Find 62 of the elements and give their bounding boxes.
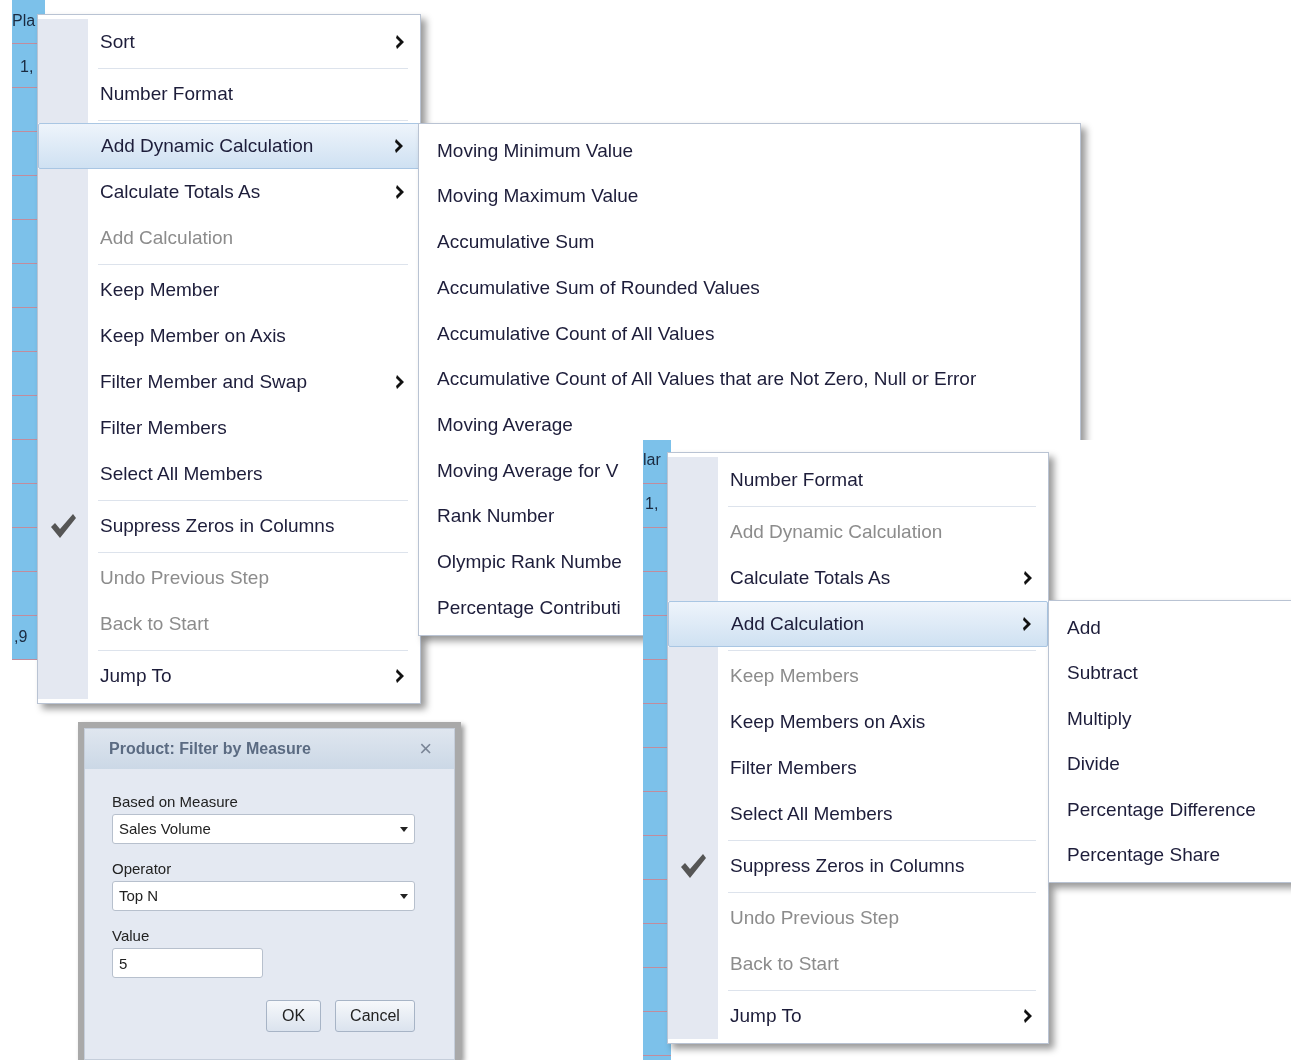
- menu-item[interactable]: Percentage Share: [1049, 832, 1225, 878]
- menu-item[interactable]: Moving Maximum Value: [419, 173, 643, 220]
- menu-item[interactable]: Percentage Difference: [1049, 787, 1260, 833]
- chevron-right-icon: [394, 374, 406, 390]
- menu-item[interactable]: Divide: [1049, 741, 1124, 787]
- menu-item[interactable]: Filter Members: [38, 405, 420, 451]
- menu-item[interactable]: Select All Members: [668, 791, 1048, 837]
- menu-item[interactable]: Accumulative Sum: [419, 219, 599, 266]
- menu-item[interactable]: Filter Members: [668, 745, 1048, 791]
- dropdown[interactable]: Sales Volume: [112, 814, 415, 844]
- field-label: Value: [112, 926, 151, 945]
- table-cell-text: Pla: [12, 11, 36, 31]
- menu-item[interactable]: Percentage Contributi: [419, 585, 625, 632]
- menu-item[interactable]: Accumulative Count of All Values: [419, 310, 719, 357]
- menu-item[interactable]: Number Format: [38, 71, 420, 117]
- chevron-right-icon: [394, 34, 406, 50]
- menu-item[interactable]: Add Calculation: [668, 601, 1048, 647]
- menu-item[interactable]: Accumulative Sum of Rounded Values: [419, 265, 764, 311]
- checkmark-icon: [49, 513, 77, 539]
- menu-item[interactable]: Number Format: [668, 457, 1048, 503]
- value-input[interactable]: 5: [112, 948, 263, 978]
- dialog-button[interactable]: OK: [266, 1000, 321, 1032]
- chevron-right-icon: [1021, 616, 1033, 632]
- field-label: Based on Measure: [112, 792, 239, 811]
- menu-item[interactable]: Multiply: [1049, 696, 1136, 742]
- dialog-title: Product: Filter by Measure: [109, 739, 311, 759]
- menu-item[interactable]: Keep Members on Axis: [668, 699, 1048, 745]
- menu-item[interactable]: Suppress Zeros in Columns: [38, 503, 420, 549]
- menu-item[interactable]: Subtract: [1049, 650, 1142, 696]
- menu-item[interactable]: Jump To: [668, 993, 1048, 1039]
- dialog-button[interactable]: Cancel: [335, 1000, 415, 1032]
- menu-item[interactable]: Sort: [38, 19, 420, 65]
- menu-item[interactable]: Olympic Rank Numbe: [419, 539, 626, 586]
- menu-item[interactable]: Suppress Zeros in Columns: [668, 843, 1048, 889]
- menu-item[interactable]: Keep Member: [38, 267, 420, 313]
- dropdown-arrow-icon: [400, 893, 408, 899]
- menu-item[interactable]: Select All Members: [38, 451, 420, 497]
- menu-item[interactable]: Filter Member and Swap: [38, 359, 420, 405]
- chevron-right-icon: [1022, 1008, 1034, 1024]
- menu-item[interactable]: Moving Minimum Value: [419, 128, 638, 174]
- menu-item[interactable]: Calculate Totals As: [38, 169, 420, 215]
- chevron-right-icon: [394, 184, 406, 200]
- chevron-right-icon: [1022, 570, 1034, 586]
- chevron-right-icon: [393, 138, 405, 154]
- dropdown-arrow-icon: [400, 826, 408, 832]
- table-cell-text: 1,: [645, 494, 659, 514]
- menu-item[interactable]: Accumulative Count of All Values that are Not Zero, Null or Error: [419, 356, 981, 403]
- menu-item[interactable]: Keep Member on Axis: [38, 313, 420, 359]
- table-cell-text: ,9: [14, 627, 28, 647]
- menu-item[interactable]: Moving Average: [419, 402, 577, 449]
- chevron-right-icon: [394, 668, 406, 684]
- menu-item[interactable]: Moving Average for V: [419, 448, 623, 494]
- menu-item[interactable]: Rank Number: [419, 493, 559, 540]
- checkmark-icon: [679, 853, 707, 879]
- field-label: Operator: [112, 859, 173, 878]
- menu-item[interactable]: Add Dynamic Calculation: [38, 123, 420, 169]
- table-cell-text: lar: [643, 450, 661, 470]
- menu-item[interactable]: Calculate Totals As: [668, 555, 1048, 601]
- menu-item[interactable]: Jump To: [38, 653, 420, 699]
- table-cell-text: 1,: [20, 57, 34, 77]
- dropdown[interactable]: Top N: [112, 881, 415, 911]
- menu-item[interactable]: Add: [1049, 605, 1105, 651]
